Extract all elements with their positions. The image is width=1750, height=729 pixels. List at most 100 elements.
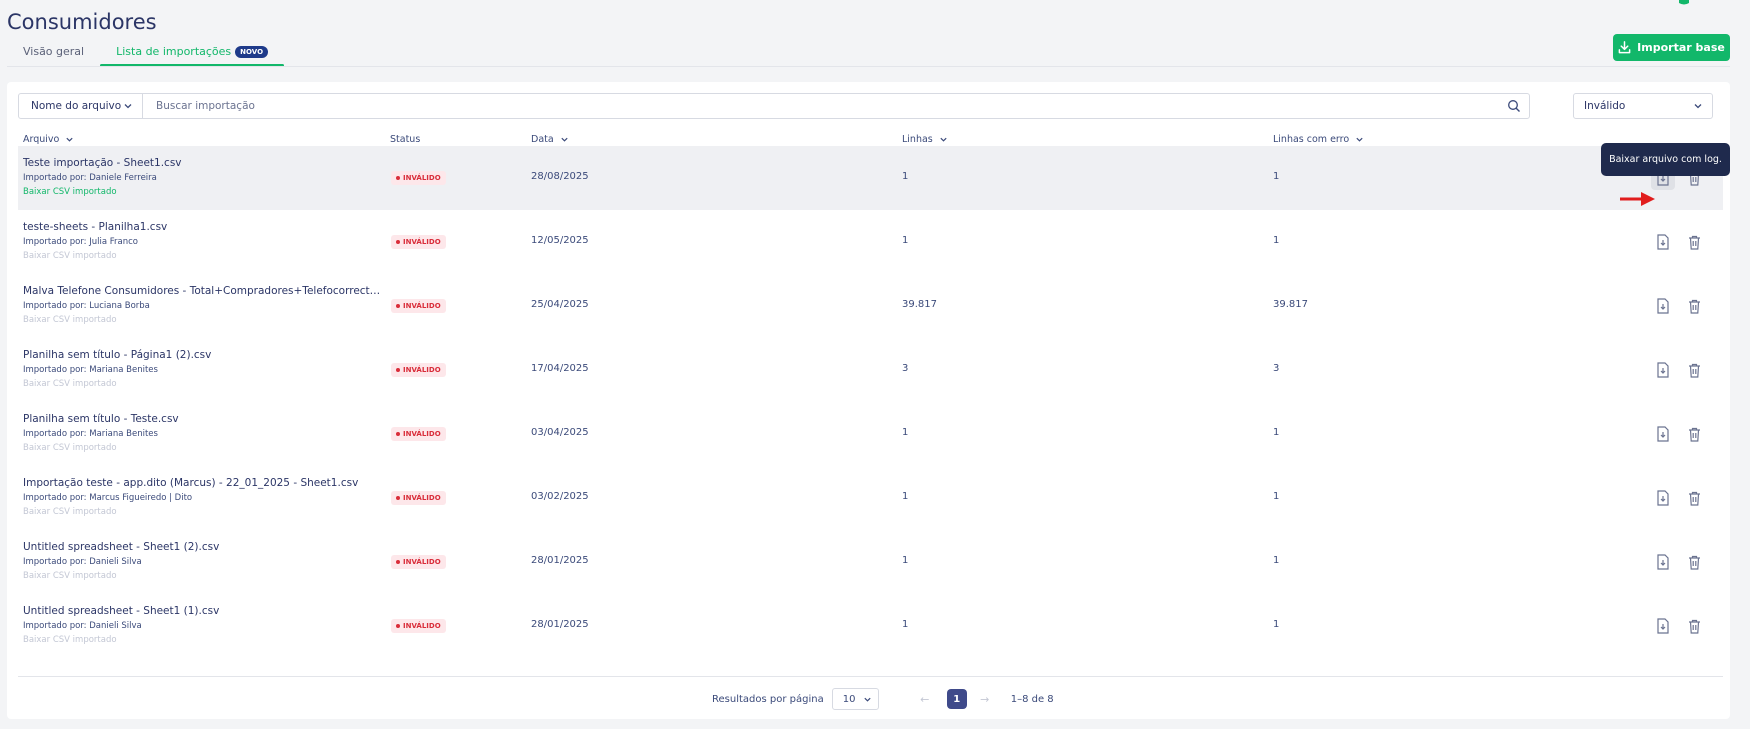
download-csv-link[interactable]: Baixar CSV importado xyxy=(23,315,117,325)
status-badge: INVÁLIDO xyxy=(391,555,446,569)
download-csv-link[interactable]: Baixar CSV importado xyxy=(23,443,117,453)
status-filter-select[interactable]: Inválido xyxy=(1573,93,1713,119)
status-dot xyxy=(396,240,400,244)
download-csv-link[interactable]: Baixar CSV importado xyxy=(23,571,117,581)
import-base-button[interactable]: Importar base xyxy=(1613,34,1730,61)
column-error-lines-label: Linhas com erro xyxy=(1273,133,1350,145)
chevron-down-icon xyxy=(561,137,568,142)
search-field-value: Nome do arquivo xyxy=(31,100,122,112)
file-name-link[interactable]: Untitled spreadsheet - Sheet1 (2).csv xyxy=(23,541,219,553)
search-field-select[interactable]: Nome do arquivo xyxy=(19,94,143,118)
tab-import-list[interactable]: Lista de importações NOVO xyxy=(100,40,284,67)
delete-button[interactable] xyxy=(1682,614,1706,638)
lines-cell: 1 xyxy=(902,555,909,566)
new-badge: NOVO xyxy=(235,46,269,58)
notification-icon[interactable] xyxy=(1677,0,1691,6)
error-lines-cell: 39.817 xyxy=(1273,299,1308,310)
download-csv-link[interactable]: Baixar CSV importado xyxy=(23,187,117,197)
file-name-link[interactable]: Importação teste - app.dito (Marcus) - 2… xyxy=(23,477,358,489)
status-label: INVÁLIDO xyxy=(403,430,441,438)
trash-icon xyxy=(1688,427,1700,442)
download-log-button[interactable] xyxy=(1651,422,1675,446)
status-label: INVÁLIDO xyxy=(403,174,441,182)
status-badge: INVÁLIDO xyxy=(391,491,446,505)
table-row[interactable]: Planilha sem título - Página1 (2).csv Imp… xyxy=(18,338,1723,402)
imported-by-user: Julia Franco xyxy=(89,237,138,247)
page-header: Consumidores Visão geral Lista de import… xyxy=(0,0,1750,68)
error-lines-cell: 1 xyxy=(1273,491,1280,502)
trash-icon xyxy=(1688,619,1700,634)
download-log-button[interactable] xyxy=(1651,294,1675,318)
imported-by-label: Importado por: xyxy=(23,365,87,375)
next-page-icon[interactable]: → xyxy=(975,693,995,706)
table-row[interactable]: Untitled spreadsheet - Sheet1 (2).csv Imp… xyxy=(18,530,1723,594)
page-size-select[interactable]: 10 xyxy=(831,688,879,710)
delete-button[interactable] xyxy=(1682,230,1706,254)
download-log-button[interactable] xyxy=(1651,358,1675,382)
table-row[interactable]: teste-sheets - Planilha1.csv Importado po… xyxy=(18,210,1723,274)
search-icon[interactable] xyxy=(1499,94,1529,118)
file-download-icon xyxy=(1657,554,1669,570)
lines-cell: 39.817 xyxy=(902,299,937,310)
status-badge: INVÁLIDO xyxy=(391,299,446,313)
download-log-button[interactable] xyxy=(1651,486,1675,510)
download-log-button[interactable] xyxy=(1651,230,1675,254)
lines-cell: 1 xyxy=(902,235,909,246)
status-badge: INVÁLIDO xyxy=(391,363,446,377)
date-cell: 03/04/2025 xyxy=(531,427,589,438)
file-name-link[interactable]: Planilha sem título - Teste.csv xyxy=(23,413,179,425)
download-csv-link[interactable]: Baixar CSV importado xyxy=(23,507,117,517)
download-csv-link[interactable]: Baixar CSV importado xyxy=(23,251,117,261)
column-status-label: Status xyxy=(390,133,421,145)
download-log-button[interactable] xyxy=(1651,550,1675,574)
file-download-icon xyxy=(1657,298,1669,314)
table-row[interactable]: Untitled spreadsheet - Sheet1 (1).csv Imp… xyxy=(18,594,1723,658)
delete-button[interactable] xyxy=(1682,422,1706,446)
imported-by-label: Importado por: xyxy=(23,493,87,503)
imported-by-user: Luciana Borba xyxy=(89,301,150,311)
search-input[interactable] xyxy=(143,94,1499,118)
file-name-link[interactable]: Planilha sem título - Página1 (2).csv xyxy=(23,349,211,361)
tab-overview[interactable]: Visão geral xyxy=(7,40,100,67)
previous-page-icon[interactable]: ← xyxy=(915,693,935,706)
delete-button[interactable] xyxy=(1682,294,1706,318)
table-row[interactable]: Planilha sem título - Teste.csv Importado… xyxy=(18,402,1723,466)
chevron-down-icon xyxy=(1356,137,1363,142)
download-log-button[interactable] xyxy=(1651,614,1675,638)
date-cell: 28/08/2025 xyxy=(531,171,589,182)
chevron-down-icon xyxy=(66,137,73,142)
imported-by: Importado por: Daniele Ferreira xyxy=(23,173,157,183)
delete-button[interactable] xyxy=(1682,550,1706,574)
imported-by-user: Daniele Ferreira xyxy=(89,173,157,183)
status-dot xyxy=(396,176,400,180)
delete-button[interactable] xyxy=(1682,358,1706,382)
error-lines-cell: 1 xyxy=(1273,427,1280,438)
imported-by: Importado por: Mariana Benites xyxy=(23,365,158,375)
file-download-icon xyxy=(1657,490,1669,506)
file-name-link[interactable]: teste-sheets - Planilha1.csv xyxy=(23,221,167,233)
download-log-tooltip: Baixar arquivo com log. xyxy=(1601,143,1730,176)
imports-card: Nome do arquivo Arquivo Status Data Linh… xyxy=(7,82,1730,719)
table-row[interactable]: Malva Telefone Consumidores - Total+Comp… xyxy=(18,274,1723,338)
search-bar: Nome do arquivo xyxy=(18,93,1530,119)
delete-button[interactable] xyxy=(1682,486,1706,510)
imported-by-user: Marcus Figueiredo | Dito xyxy=(89,493,193,503)
status-dot xyxy=(396,304,400,308)
table-row[interactable]: Teste importação - Sheet1.csv Importado p… xyxy=(18,146,1723,210)
download-csv-link[interactable]: Baixar CSV importado xyxy=(23,379,117,389)
date-cell: 12/05/2025 xyxy=(531,235,589,246)
imported-by-label: Importado por: xyxy=(23,621,87,631)
imported-by-label: Importado por: xyxy=(23,429,87,439)
file-name-link[interactable]: Teste importação - Sheet1.csv xyxy=(23,157,182,169)
tab-overview-label: Visão geral xyxy=(23,45,85,58)
download-csv-link[interactable]: Baixar CSV importado xyxy=(23,635,117,645)
download-icon xyxy=(1618,41,1631,54)
file-name-link[interactable]: Untitled spreadsheet - Sheet1 (1).csv xyxy=(23,605,219,617)
table-row[interactable]: Importação teste - app.dito (Marcus) - 2… xyxy=(18,466,1723,530)
imported-by: Importado por: Danieli Silva xyxy=(23,557,142,567)
file-name-link[interactable]: Malva Telefone Consumidores - Total+Comp… xyxy=(23,285,383,297)
imported-by: Importado por: Luciana Borba xyxy=(23,301,150,311)
status-label: INVÁLIDO xyxy=(403,494,441,502)
current-page-button[interactable]: 1 xyxy=(946,689,967,709)
status-dot xyxy=(396,624,400,628)
